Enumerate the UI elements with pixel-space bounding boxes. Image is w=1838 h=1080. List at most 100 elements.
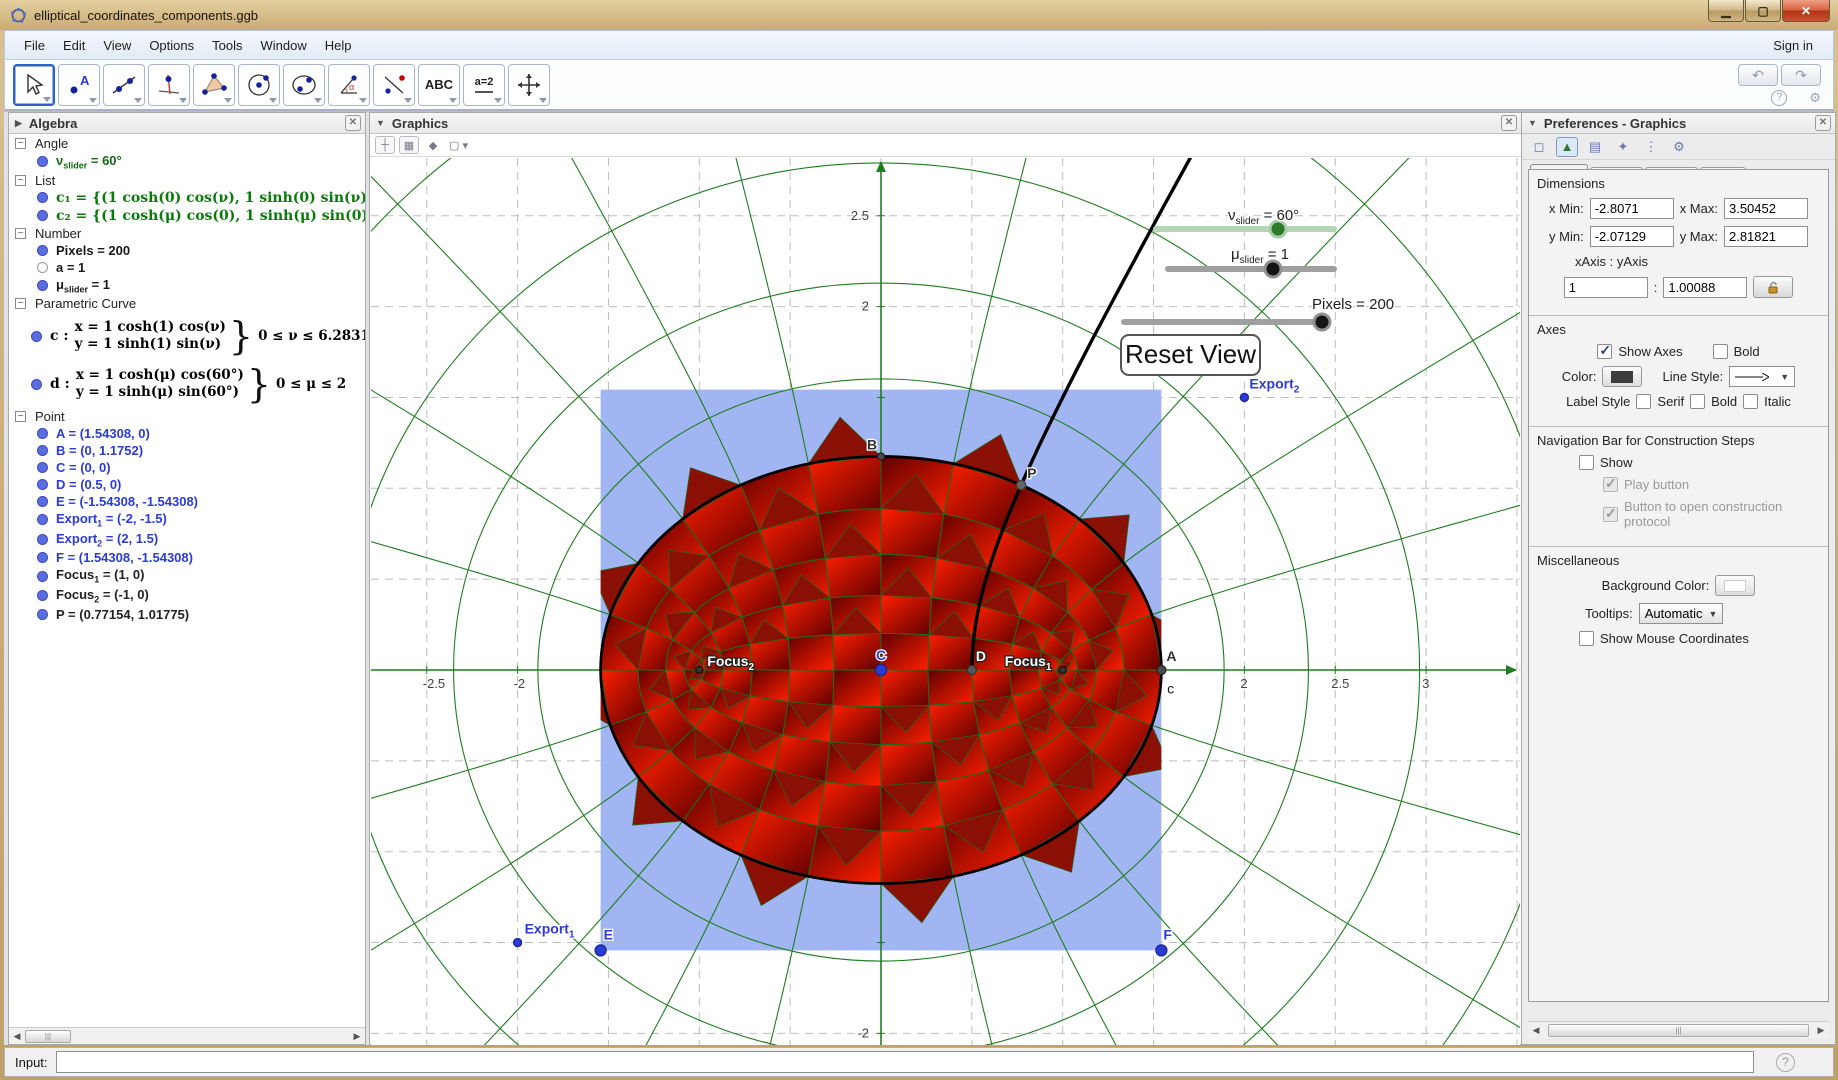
x-min-input[interactable]	[1590, 198, 1674, 219]
x-max-input[interactable]	[1724, 198, 1808, 219]
point-E[interactable]: E	[595, 926, 613, 956]
menu-options[interactable]: Options	[140, 34, 203, 57]
algebra-item[interactable]: a = 1	[9, 259, 365, 276]
algebra-item[interactable]: E = (-1.54308, -1.54308)	[9, 493, 365, 510]
slider-tool[interactable]: a=2	[463, 64, 505, 106]
defaults-icon[interactable]: ✦	[1612, 137, 1634, 157]
menu-window[interactable]: Window	[251, 34, 315, 57]
collapse-minus-icon[interactable]: −	[15, 138, 26, 149]
visibility-bullet-icon[interactable]	[37, 445, 48, 456]
algebra-item[interactable]: Export1 = (-2, -1.5)	[9, 510, 365, 530]
input-help-icon[interactable]: ?	[1776, 1053, 1795, 1072]
conic-tool[interactable]	[283, 64, 325, 106]
object-properties-icon[interactable]: ◻	[1528, 137, 1550, 157]
collapse-minus-icon[interactable]: −	[15, 411, 26, 422]
scroll-right-icon[interactable]: ▶	[349, 1028, 365, 1044]
collapse-triangle-icon[interactable]: ▼	[376, 118, 385, 128]
maximize-button[interactable]: ▢	[1745, 0, 1781, 22]
algebra-item[interactable]: P = (0.77154, 1.01775)	[9, 606, 365, 623]
pixels-slider[interactable]: Pixels = 200	[1124, 296, 1394, 330]
visibility-bullet-icon[interactable]	[37, 514, 48, 525]
visibility-bullet-icon[interactable]	[37, 156, 48, 167]
algebra-item[interactable]: μslider = 1	[9, 276, 365, 296]
scroll-right-icon[interactable]: ▶	[1813, 1022, 1829, 1038]
scroll-left-icon[interactable]: ◀	[9, 1028, 25, 1044]
move-tool[interactable]	[13, 64, 55, 106]
y-min-input[interactable]	[1590, 226, 1674, 247]
menu-view[interactable]: View	[94, 34, 140, 57]
navbar-show-checkbox[interactable]	[1579, 455, 1594, 470]
scroll-thumb[interactable]: |||	[25, 1030, 71, 1043]
move-graphics-tool[interactable]	[508, 64, 550, 106]
menu-file[interactable]: File	[15, 34, 54, 57]
layout-icon[interactable]: ▤	[1584, 137, 1606, 157]
visibility-bullet-icon[interactable]	[37, 262, 48, 273]
serif-checkbox[interactable]	[1636, 394, 1651, 409]
graphics-canvas[interactable]: -2.5-222.532.52-2νslider = 60°μslider = …	[371, 158, 1520, 1045]
titlebar[interactable]: elliptical_coordinates_components.ggb ▁ …	[0, 0, 1838, 30]
advanced-icon[interactable]: ⋮	[1640, 137, 1662, 157]
preferences-header[interactable]: ▼ Preferences - Graphics ✕	[1522, 113, 1835, 134]
algebra-item[interactable]: Pixels = 200	[9, 242, 365, 259]
visibility-bullet-icon[interactable]	[37, 245, 48, 256]
collapse-minus-icon[interactable]: −	[15, 298, 26, 309]
menu-help[interactable]: Help	[316, 34, 361, 57]
algebra-item[interactable]: B = (0, 1.1752)	[9, 442, 365, 459]
algebra-section-list[interactable]: −List	[9, 172, 365, 189]
lock-ratio-button[interactable]	[1753, 276, 1793, 298]
menu-tools[interactable]: Tools	[203, 34, 251, 57]
algebra-item-curve[interactable]: c :x = 1 cosh(1) cos(ν)y = 1 sinh(1) sin…	[9, 312, 365, 360]
ratio-y-input[interactable]	[1663, 277, 1747, 298]
algebra-item[interactable]: Focus2 = (-1, 0)	[9, 586, 365, 606]
collapse-minus-icon[interactable]: −	[15, 175, 26, 186]
preferences-hscrollbar[interactable]: ◀ ||| ▶	[1528, 1021, 1829, 1038]
angle-tool[interactable]: α	[328, 64, 370, 106]
algebra-section-point[interactable]: −Point	[9, 408, 365, 425]
background-color-button[interactable]	[1715, 575, 1755, 596]
algebra-close-icon[interactable]: ✕	[345, 115, 361, 131]
command-input[interactable]	[56, 1051, 1754, 1073]
algebra-item-curve[interactable]: d :x = 1 cosh(μ) cos(60°)y = 1 sinh(μ) s…	[9, 360, 365, 408]
point-tool[interactable]: A	[58, 64, 100, 106]
ratio-x-input[interactable]	[1564, 277, 1648, 298]
polygon-tool[interactable]	[193, 64, 235, 106]
global-settings-icon[interactable]: ⚙	[1668, 137, 1690, 157]
visibility-bullet-icon[interactable]	[31, 379, 42, 390]
scroll-left-icon[interactable]: ◀	[1528, 1022, 1544, 1038]
algebra-tree[interactable]: −Angleνslider = 60°−Listc₁ = {(1 cosh(0)…	[9, 135, 365, 1026]
reflect-tool[interactable]	[373, 64, 415, 106]
redo-button[interactable]: ↷	[1781, 64, 1821, 86]
show-grid-toggle-icon[interactable]: ▦	[399, 136, 419, 154]
gear-icon[interactable]: ⚙	[1809, 90, 1821, 106]
algebra-item[interactable]: c₂ = {(1 cosh(μ) cos(0), 1 sinh(μ) sin(0…	[9, 207, 365, 225]
visibility-bullet-icon[interactable]	[37, 462, 48, 473]
scroll-thumb[interactable]: |||	[1548, 1024, 1809, 1037]
algebra-hscrollbar[interactable]: ◀ ||| ▶	[9, 1027, 365, 1044]
graphics-preferences-icon[interactable]: ▲	[1556, 137, 1578, 157]
algebra-item[interactable]: C = (0, 0)	[9, 459, 365, 476]
algebra-header[interactable]: ▶ Algebra ✕	[9, 113, 365, 134]
perpendicular-line-tool[interactable]	[148, 64, 190, 106]
play-button-checkbox[interactable]	[1603, 477, 1618, 492]
tooltips-dropdown[interactable]: Automatic ▼	[1639, 603, 1724, 624]
point-capturing-icon[interactable]: ◆	[423, 136, 443, 154]
collapse-triangle-icon[interactable]: ▼	[1528, 118, 1537, 128]
nu-slider[interactable]: νslider = 60°	[1156, 207, 1334, 237]
algebra-item[interactable]: Focus1 = (1, 0)	[9, 566, 365, 586]
visibility-bullet-icon[interactable]	[37, 609, 48, 620]
algebra-section-angle[interactable]: −Angle	[9, 135, 365, 152]
close-button[interactable]: ✕	[1782, 0, 1830, 22]
menu-edit[interactable]: Edit	[54, 34, 94, 57]
axes-bold-checkbox[interactable]	[1713, 344, 1728, 359]
visibility-bullet-icon[interactable]	[37, 280, 48, 291]
visibility-bullet-icon[interactable]	[37, 590, 48, 601]
algebra-item[interactable]: νslider = 60°	[9, 152, 365, 172]
collapse-minus-icon[interactable]: −	[15, 228, 26, 239]
protocol-button-checkbox[interactable]	[1603, 507, 1618, 522]
show-axes-checkbox[interactable]	[1597, 344, 1612, 359]
undo-button[interactable]: ↶	[1738, 64, 1778, 86]
graphics-close-icon[interactable]: ✕	[1501, 115, 1517, 131]
visibility-bullet-icon[interactable]	[37, 192, 48, 203]
y-max-input[interactable]	[1724, 226, 1808, 247]
line-style-dropdown[interactable]: ▼	[1729, 366, 1795, 387]
